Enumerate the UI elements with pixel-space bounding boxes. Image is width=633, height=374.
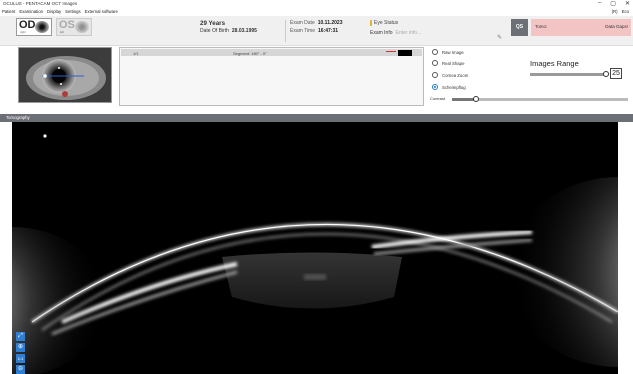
menu-eye-indicator: (R) — [611, 9, 618, 14]
exam-info: Exam Date 10.11.2023 Exam Time 16:47:31 — [285, 20, 342, 42]
scheimpflug-scan — [12, 122, 618, 374]
alert-label: Tomo: — [535, 24, 548, 29]
radio-label: Scheimpflug — [442, 84, 466, 90]
exam-info-field[interactable]: Exam Info Enter info... — [370, 30, 506, 36]
eye-camera-preview — [18, 47, 112, 103]
menu-item-examination[interactable]: Examination — [19, 9, 43, 14]
images-range-title: Images Range — [530, 59, 579, 68]
exam-time-label: Exam Time — [290, 28, 316, 34]
data-gaps-alert: Tomo: Data Gaps! — [531, 19, 631, 36]
scheimpflug-image — [12, 122, 618, 374]
zoom-in-button[interactable]: ⊕ — [16, 343, 25, 352]
patient-dob: Date Of Birth 28.03.1995 — [200, 28, 257, 34]
menu-item-display[interactable]: Display — [47, 9, 61, 14]
os-sublabel: left — [60, 30, 65, 34]
od-sublabel: right — [20, 30, 26, 34]
radio-dot[interactable] — [432, 49, 438, 55]
radio-dot[interactable] — [432, 72, 438, 78]
radio-dot[interactable] — [432, 60, 438, 66]
images-range-handle[interactable] — [603, 71, 609, 77]
radio-scheimpflug[interactable]: Scheimpflug — [432, 84, 466, 90]
exam-date-label: Exam Date — [290, 20, 315, 26]
dob-label: Date Of Birth — [200, 28, 229, 34]
contrast-label: Contrast — [430, 96, 446, 101]
segment-index: 1/1 — [133, 50, 139, 56]
contrast-handle[interactable] — [473, 96, 479, 102]
eye-thumbnail-icon — [35, 21, 49, 33]
minimize-button[interactable]: – — [598, 0, 601, 7]
window-controls: – ▢ ✕ — [598, 0, 630, 7]
exam-date-value: 10.11.2023 — [317, 20, 343, 26]
menu-item-external-software[interactable]: External software — [85, 9, 118, 14]
patient-age: 29 Years — [200, 20, 226, 27]
menu-item-eco[interactable]: Eco — [622, 9, 633, 14]
radio-label: Cornea Zoom — [442, 72, 469, 78]
segment-label: Segment: 180° - 0° — [233, 50, 267, 56]
od-eye-button[interactable]: OD right — [16, 18, 52, 36]
menu-item-patient[interactable]: Patient — [2, 9, 15, 14]
edit-pencil-icon[interactable]: ✎ — [497, 34, 502, 41]
maximize-button[interactable]: ▢ — [610, 0, 616, 7]
radio-raw-image[interactable]: Raw Image — [432, 49, 464, 55]
radio-real-shape[interactable]: Real Shape — [432, 60, 464, 66]
right-margin — [618, 122, 633, 374]
radio-label: Real Shape — [442, 60, 465, 66]
patient-info: 29 Years Date Of Birth 28.03.1995 — [200, 20, 257, 34]
patient-header: OD right OS left 29 Years Date Of Birth 2… — [0, 16, 633, 46]
menu-item-settings[interactable]: Settings — [65, 9, 81, 14]
zoom-reset-button[interactable]: 1:1 — [16, 354, 25, 363]
fit-view-button[interactable]: ⤢ — [16, 332, 25, 341]
close-button[interactable]: ✕ — [625, 0, 630, 7]
segment-thumbnail — [398, 50, 412, 56]
images-range-slider[interactable] — [530, 73, 606, 76]
zoom-out-button[interactable]: ⊖ — [16, 365, 25, 374]
exam-time-value: 16:47:31 — [318, 28, 339, 34]
exam-info-label: Exam Info — [370, 30, 393, 36]
menu-bar: Patient Examination Display Settings Ext… — [0, 8, 633, 15]
segment-bar: 1/1 Segment: 180° - 0° — [121, 49, 422, 56]
radio-cornea-zoom[interactable]: Cornea Zoom — [432, 72, 468, 78]
exam-info-placeholder[interactable]: Enter info... — [396, 30, 422, 36]
images-range-value[interactable]: 25 — [610, 68, 622, 79]
exam-time: Exam Time 16:47:31 — [290, 28, 342, 34]
os-eye-button[interactable]: OS left — [56, 18, 92, 36]
title-bar: OCULUS - PENTACAM OCT Images – ▢ ✕ — [0, 0, 633, 8]
dob-value: 28.03.1995 — [231, 28, 257, 34]
segment-marker — [386, 51, 396, 52]
segment-panel: 1/1 Segment: 180° - 0° — [119, 47, 424, 106]
radio-dot[interactable] — [432, 84, 438, 90]
qs-button[interactable]: QS — [511, 19, 528, 36]
view-controls: Raw Image Real Shape Cornea Zoom Scheimp… — [430, 47, 633, 109]
left-margin — [0, 122, 12, 374]
eye-status-title: Eye Status — [370, 20, 506, 26]
window-title: OCULUS - PENTACAM OCT Images — [3, 1, 78, 6]
radio-label: Raw Image — [442, 49, 464, 55]
section-header: Tomography — [0, 114, 633, 122]
eye-thumbnail-icon — [75, 21, 89, 33]
eye-preview-image — [19, 48, 111, 102]
exam-date: Exam Date 10.11.2023 — [290, 20, 342, 26]
alert-message: Data Gaps! — [605, 24, 628, 29]
eye-status: Eye Status Exam Info Enter info... ✎ — [370, 20, 506, 42]
